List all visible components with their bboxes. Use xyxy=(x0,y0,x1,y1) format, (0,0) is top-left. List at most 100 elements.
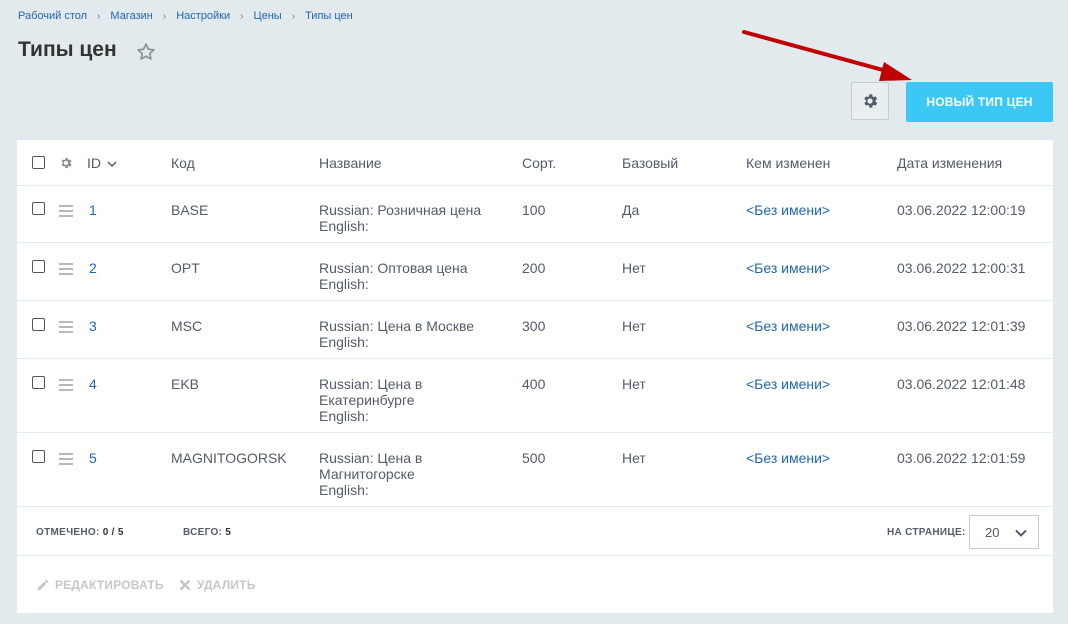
per-page-select[interactable]: 20 xyxy=(969,515,1039,549)
per-page-label: НА СТРАНИЦЕ: xyxy=(887,527,966,538)
row-sort: 100 xyxy=(522,202,546,218)
column-header-base[interactable]: Базовый xyxy=(622,155,678,171)
total-label: ВСЕГО: xyxy=(183,527,223,538)
breadcrumb-separator-icon: › xyxy=(162,10,167,22)
column-header-modified-date[interactable]: Дата изменения xyxy=(897,155,1002,171)
table-header-row: ID Код Название Сорт. Базовый Кем измене… xyxy=(17,140,1053,186)
breadcrumb: Рабочий стол › Магазин › Настройки › Цен… xyxy=(18,10,353,22)
row-modified-by-link[interactable]: <Без имени> xyxy=(746,450,830,466)
total-counter: ВСЕГО: 5 xyxy=(183,527,231,538)
breadcrumb-item-settings[interactable]: Настройки xyxy=(176,10,230,22)
breadcrumb-item-shop[interactable]: Магазин xyxy=(110,10,152,22)
close-icon xyxy=(179,579,191,591)
row-name-line: English: xyxy=(319,276,369,292)
row-code: MAGNITOGORSK xyxy=(171,450,287,466)
row-base: Нет xyxy=(622,260,646,276)
column-header-sort[interactable]: Сорт. xyxy=(522,155,556,171)
row-checkbox[interactable] xyxy=(32,260,45,273)
row-sort: 200 xyxy=(522,260,546,276)
row-id[interactable]: 3 xyxy=(89,318,97,334)
row-base: Да xyxy=(622,202,640,218)
row-sort: 400 xyxy=(522,376,546,392)
gear-icon xyxy=(864,94,878,108)
edit-label: РЕДАКТИРОВАТЬ xyxy=(55,578,164,592)
drag-handle-icon[interactable] xyxy=(59,321,73,336)
row-modified-by-link[interactable]: <Без имени> xyxy=(746,376,830,392)
drag-handle-icon[interactable] xyxy=(59,205,73,220)
row-code: OPT xyxy=(171,260,200,276)
drag-handle-icon[interactable] xyxy=(59,379,73,394)
row-sort: 500 xyxy=(522,450,546,466)
row-checkbox[interactable] xyxy=(32,318,45,331)
row-name-line: Екатеринбурге xyxy=(319,392,415,408)
table-row[interactable]: 2 OPT Russian: Оптовая цена English: 200… xyxy=(17,243,1053,301)
column-settings-gear-icon[interactable] xyxy=(59,156,73,170)
row-name-line: Russian: Оптовая цена xyxy=(319,260,468,276)
row-id[interactable]: 5 xyxy=(89,450,97,466)
edit-button[interactable]: РЕДАКТИРОВАТЬ xyxy=(36,578,164,592)
table-row[interactable]: 4 EKB Russian: Цена в Екатеринбурге Engl… xyxy=(17,359,1053,433)
row-modified-by-link[interactable]: <Без имени> xyxy=(746,318,830,334)
row-name: Russian: Цена в Москве English: xyxy=(319,318,474,350)
column-header-id[interactable]: ID xyxy=(87,155,117,171)
select-all-checkbox[interactable] xyxy=(32,156,45,169)
breadcrumb-item-prices[interactable]: Цены xyxy=(253,10,281,22)
table-row[interactable]: 3 MSC Russian: Цена в Москве English: 30… xyxy=(17,301,1053,359)
favorite-star-icon[interactable] xyxy=(136,42,156,62)
row-modified-date: 03.06.2022 12:01:48 xyxy=(897,376,1026,392)
row-modified-date: 03.06.2022 12:01:59 xyxy=(897,450,1026,466)
chevron-down-icon xyxy=(1015,529,1027,537)
drag-handle-icon[interactable] xyxy=(59,453,73,468)
row-name-line: Магнитогорске xyxy=(319,466,415,482)
breadcrumb-separator-icon: › xyxy=(97,10,101,22)
row-base: Нет xyxy=(622,318,646,334)
row-name-line: Russian: Цена в Москве xyxy=(319,318,475,334)
row-name-line: English: xyxy=(319,218,369,234)
row-modified-by-link[interactable]: <Без имени> xyxy=(746,260,830,276)
per-page-value: 20 xyxy=(985,525,1000,540)
row-code: MSC xyxy=(171,318,203,334)
total-value: 5 xyxy=(225,527,232,538)
delete-label: УДАЛИТЬ xyxy=(197,578,256,592)
table-row[interactable]: 5 MAGNITOGORSK Russian: Цена в Магнитого… xyxy=(17,433,1053,507)
row-checkbox[interactable] xyxy=(32,450,45,463)
row-id[interactable]: 2 xyxy=(89,260,97,276)
page-title: Типы цен xyxy=(18,38,117,61)
new-price-type-button[interactable]: НОВЫЙ ТИП ЦЕН xyxy=(906,82,1053,122)
row-checkbox[interactable] xyxy=(32,202,45,215)
table-row[interactable]: 1 BASE Russian: Розничная цена English: … xyxy=(17,185,1053,243)
row-id[interactable]: 4 xyxy=(89,376,97,392)
selected-value: 0 / 5 xyxy=(102,527,124,538)
row-name: Russian: Оптовая цена English: xyxy=(319,260,468,292)
pencil-icon xyxy=(37,579,49,591)
breadcrumb-separator-icon: › xyxy=(291,10,296,22)
delete-button[interactable]: УДАЛИТЬ xyxy=(179,578,256,592)
row-name-line: English: xyxy=(319,408,369,424)
row-checkbox[interactable] xyxy=(32,376,45,389)
row-name-line: Russian: Цена в xyxy=(319,376,423,392)
row-modified-date: 03.06.2022 12:00:19 xyxy=(897,202,1026,218)
row-modified-by-link[interactable]: <Без имени> xyxy=(746,202,830,218)
row-code: EKB xyxy=(171,376,200,392)
row-name-line: Russian: Розничная цена xyxy=(319,202,482,218)
row-name-line: English: xyxy=(319,334,369,350)
column-header-modified-by[interactable]: Кем изменен xyxy=(746,155,830,171)
row-sort: 300 xyxy=(522,318,546,334)
row-base: Нет xyxy=(622,450,646,466)
grid-footer: ОТМЕЧЕНО: 0 / 5 ВСЕГО: 5 НА СТРАНИЦЕ: 20 xyxy=(17,507,1053,556)
row-id[interactable]: 1 xyxy=(89,202,97,218)
selected-label: ОТМЕЧЕНО: xyxy=(36,527,100,538)
breadcrumb-separator-icon: › xyxy=(240,10,244,22)
selected-counter: ОТМЕЧЕНО: 0 / 5 xyxy=(36,527,124,538)
breadcrumb-item-price-types[interactable]: Типы цен xyxy=(305,10,353,22)
row-name: Russian: Розничная цена English: xyxy=(319,202,481,234)
column-header-name[interactable]: Название xyxy=(319,155,382,171)
drag-handle-icon[interactable] xyxy=(59,263,73,278)
row-name: Russian: Цена в Магнитогорске English: xyxy=(319,450,422,498)
column-header-code[interactable]: Код xyxy=(171,155,195,171)
breadcrumb-item-desktop[interactable]: Рабочий стол xyxy=(18,10,87,22)
price-types-grid: ID Код Название Сорт. Базовый Кем измене… xyxy=(17,140,1053,613)
row-code: BASE xyxy=(171,202,209,218)
group-actions-bar: РЕДАКТИРОВАТЬ УДАЛИТЬ xyxy=(17,556,1053,613)
settings-button[interactable] xyxy=(851,82,889,120)
